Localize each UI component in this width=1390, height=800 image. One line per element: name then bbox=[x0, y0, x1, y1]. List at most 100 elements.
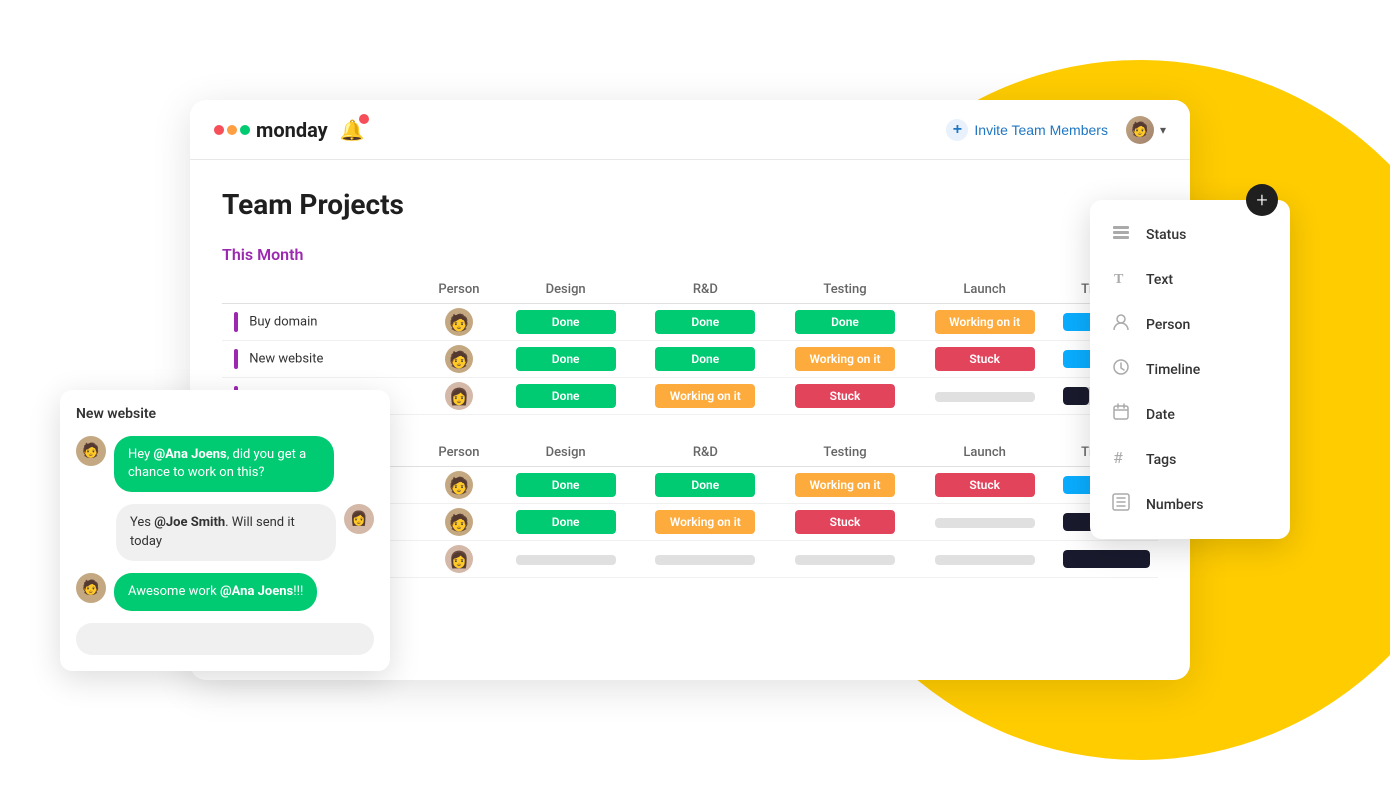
row-design bbox=[496, 541, 636, 578]
menu-label-person: Person bbox=[1146, 317, 1190, 333]
invite-plus-icon: + bbox=[946, 119, 968, 141]
menu-label-tags: Tags bbox=[1146, 452, 1176, 468]
status-badge-rd: Working on it bbox=[655, 384, 755, 408]
row-rd: Done bbox=[635, 467, 775, 504]
row-rd: Working on it bbox=[635, 504, 775, 541]
row-person: 👩 bbox=[422, 541, 496, 578]
person-icon bbox=[1110, 312, 1132, 337]
status-badge-rd: Done bbox=[655, 347, 755, 371]
context-menu-items: Status T Text Person Timeline Date # Tag… bbox=[1090, 212, 1290, 527]
menu-label-status: Status bbox=[1146, 227, 1186, 243]
status-badge-rd: Working on it bbox=[655, 510, 755, 534]
row-rd bbox=[635, 541, 775, 578]
page-title: Team Projects bbox=[222, 188, 1158, 221]
status-badge-rd: Done bbox=[655, 473, 755, 497]
col-rd: R&D bbox=[635, 276, 775, 304]
row-timeline bbox=[1055, 541, 1159, 578]
menu-item-person[interactable]: Person bbox=[1090, 302, 1290, 347]
chevron-down-icon: ▾ bbox=[1160, 123, 1166, 137]
status-badge-launch: Stuck bbox=[935, 473, 1035, 497]
invite-team-button[interactable]: + Invite Team Members bbox=[946, 119, 1108, 141]
menu-label-text: Text bbox=[1146, 272, 1173, 288]
col-name bbox=[222, 276, 422, 304]
chat-bubble: Yes @Joe Smith. Will send it today bbox=[116, 504, 336, 560]
bell-badge bbox=[359, 114, 369, 124]
row-testing: Stuck bbox=[775, 378, 915, 415]
status-badge-launch bbox=[935, 392, 1035, 402]
user-avatar: 🧑 bbox=[1124, 114, 1156, 146]
logo-dot-orange bbox=[227, 125, 237, 135]
logo-text: monday bbox=[256, 118, 328, 142]
status-badge-launch bbox=[935, 555, 1035, 565]
row-testing: Working on it bbox=[775, 467, 915, 504]
status-badge-testing: Stuck bbox=[795, 384, 895, 408]
status-badge-design: Done bbox=[516, 510, 616, 534]
logo-dots bbox=[214, 125, 250, 135]
col2-rd: R&D bbox=[635, 439, 775, 467]
col-design: Design bbox=[496, 276, 636, 304]
status-badge-testing: Working on it bbox=[795, 347, 895, 371]
svg-text:#: # bbox=[1113, 448, 1123, 467]
menu-item-timeline[interactable]: Timeline bbox=[1090, 347, 1290, 392]
status-badge-launch: Stuck bbox=[935, 347, 1035, 371]
row-person: 🧑 bbox=[422, 504, 496, 541]
row-indicator bbox=[234, 312, 238, 332]
row-rd: Done bbox=[635, 341, 775, 378]
section1-title: This Month bbox=[222, 245, 1158, 264]
logo-dot-green bbox=[240, 125, 250, 135]
row-name: Buy domain bbox=[222, 304, 422, 341]
person-avatar: 🧑 bbox=[445, 308, 473, 336]
menu-item-date[interactable]: Date bbox=[1090, 392, 1290, 437]
header: monday 🔔 + Invite Team Members 🧑 ▾ bbox=[190, 100, 1190, 160]
timeline-icon bbox=[1110, 357, 1132, 382]
row-person: 👩 bbox=[422, 378, 496, 415]
row-indicator bbox=[234, 349, 238, 369]
monday-logo: monday bbox=[214, 118, 328, 142]
row-launch: Stuck bbox=[915, 341, 1055, 378]
col-testing: Testing bbox=[775, 276, 915, 304]
numbers-icon bbox=[1110, 492, 1132, 517]
table-row: New website 🧑 Done Done Working on it St… bbox=[222, 341, 1158, 378]
menu-item-numbers[interactable]: Numbers bbox=[1090, 482, 1290, 527]
text-icon: T bbox=[1110, 267, 1132, 292]
status-badge-testing bbox=[795, 555, 895, 565]
col2-design: Design bbox=[496, 439, 636, 467]
date-icon bbox=[1110, 402, 1132, 427]
row-rd: Working on it bbox=[635, 378, 775, 415]
status-badge-design: Done bbox=[516, 347, 616, 371]
status-badge-design bbox=[516, 555, 616, 565]
menu-item-status[interactable]: Status bbox=[1090, 212, 1290, 257]
status-badge-design: Done bbox=[516, 473, 616, 497]
table-header-row: Person Design R&D Testing Launch Timelin… bbox=[222, 276, 1158, 304]
logo-area: monday 🔔 bbox=[214, 118, 365, 142]
avatar-group[interactable]: 🧑 ▾ bbox=[1124, 114, 1166, 146]
logo-dot-red bbox=[214, 125, 224, 135]
chat-avatar: 👩 bbox=[344, 504, 374, 534]
row-testing: Done bbox=[775, 304, 915, 341]
chat-avatar: 🧑 bbox=[76, 436, 106, 466]
row-name: New website bbox=[222, 341, 422, 378]
user-avatar-face: 🧑 bbox=[1126, 116, 1154, 144]
chat-bubble: Hey @Ana Joens, did you get a chance to … bbox=[114, 436, 334, 492]
menu-item-tags[interactable]: # Tags bbox=[1090, 437, 1290, 482]
col-launch: Launch bbox=[915, 276, 1055, 304]
row-launch bbox=[915, 504, 1055, 541]
person-avatar: 🧑 bbox=[445, 471, 473, 499]
row-design: Done bbox=[496, 504, 636, 541]
menu-item-text[interactable]: T Text bbox=[1090, 257, 1290, 302]
bell-icon-wrap[interactable]: 🔔 bbox=[340, 118, 365, 142]
chat-input[interactable] bbox=[76, 623, 374, 655]
status-icon bbox=[1110, 222, 1132, 247]
row-person: 🧑 bbox=[422, 467, 496, 504]
invite-label: Invite Team Members bbox=[974, 122, 1108, 138]
status-badge-launch: Working on it bbox=[935, 310, 1035, 334]
chat-message: 👩 Yes @Joe Smith. Will send it today bbox=[76, 504, 374, 560]
timeline-bar bbox=[1063, 387, 1089, 405]
col2-launch: Launch bbox=[915, 439, 1055, 467]
status-badge-testing: Stuck bbox=[795, 510, 895, 534]
person-avatar: 👩 bbox=[445, 545, 473, 573]
row-launch: Stuck bbox=[915, 467, 1055, 504]
row-rd: Done bbox=[635, 304, 775, 341]
context-menu-plus-icon[interactable]: + bbox=[1246, 184, 1278, 216]
row-design: Done bbox=[496, 304, 636, 341]
